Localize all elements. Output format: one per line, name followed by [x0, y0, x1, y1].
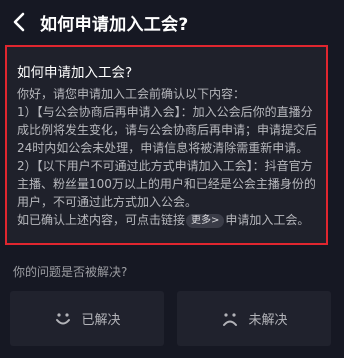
back-button[interactable]	[8, 11, 30, 33]
more-link[interactable]: 更多>	[186, 214, 225, 228]
chevron-left-icon	[13, 12, 25, 32]
unsolved-button[interactable]: 未解决	[177, 291, 331, 346]
answer-line-suffix: 申请加入工会。	[225, 213, 310, 227]
answer-line: 如已确认上述内容，可点击链接 更多> 申请加入工会。	[17, 211, 321, 229]
answer-line: 1）【与公会协商后再申请入会】：加入公会后你的直播分成比例将发生变化，请与公会协…	[17, 105, 318, 155]
answer-body: 你好，请您申请加入工会前确认以下内容： 1）【与公会协商后再申请入会】：加入公会…	[17, 85, 321, 229]
feedback-question: 你的问题是否被解决?	[13, 265, 128, 279]
sad-face-icon	[223, 312, 238, 326]
faq-answer-card: 如何申请加入工会? 你好，请您申请加入工会前确认以下内容： 1）【与公会协商后再…	[5, 45, 328, 245]
unsolved-label: 未解决	[248, 313, 288, 328]
top-bar: 如何申请加入工会?	[0, 0, 344, 44]
question-title: 如何申请加入工会?	[17, 65, 133, 81]
smile-face-icon	[56, 312, 71, 324]
answer-line: 你好，请您申请加入工会前确认以下内容：	[17, 87, 246, 101]
answer-line-prefix: 如已确认上述内容，可点击链接	[17, 213, 186, 227]
solved-label: 已解决	[81, 313, 121, 328]
page-title: 如何申请加入工会?	[40, 15, 189, 35]
solved-button[interactable]: 已解决	[10, 291, 164, 346]
answer-line: 2）【以下用户不可通过此方式申请加入工会】：抖音官方主播、粉丝量100万以上的用…	[17, 159, 316, 209]
